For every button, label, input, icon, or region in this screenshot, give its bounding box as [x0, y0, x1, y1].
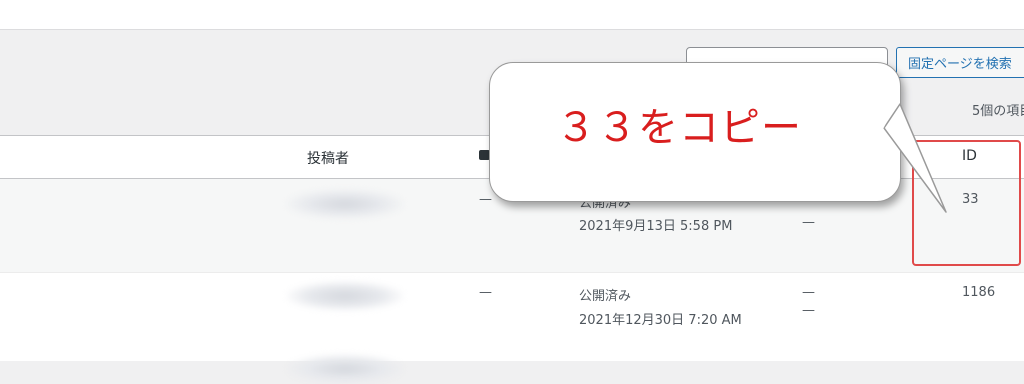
comments-count: — [479, 192, 492, 207]
search-pages-button[interactable]: 固定ページを検索 [896, 47, 1024, 78]
post-status: 公開済み [579, 289, 632, 304]
table-row: — 公開済み 2021年12月30日 7:20 AM — — 1186 [0, 273, 1024, 361]
extra-column: — [802, 215, 815, 230]
author-avatar-blurred [286, 189, 404, 219]
post-date: 2021年9月13日 5:58 PM [579, 219, 733, 234]
id-highlight-box [912, 140, 1021, 266]
extra-column: — [802, 303, 815, 318]
extra-column: — [802, 285, 815, 300]
column-header-author[interactable]: 投稿者 [307, 148, 349, 168]
post-date: 2021年12月30日 7:20 AM [579, 313, 742, 328]
comments-count: — [479, 285, 492, 300]
top-toolbar [0, 0, 1024, 30]
annotation-text: ３３をコピー [556, 105, 802, 151]
author-avatar-blurred [286, 354, 404, 384]
post-id: 1186 [962, 285, 996, 300]
item-count: 5個の項目 [972, 104, 1024, 119]
author-avatar-blurred [286, 281, 404, 311]
